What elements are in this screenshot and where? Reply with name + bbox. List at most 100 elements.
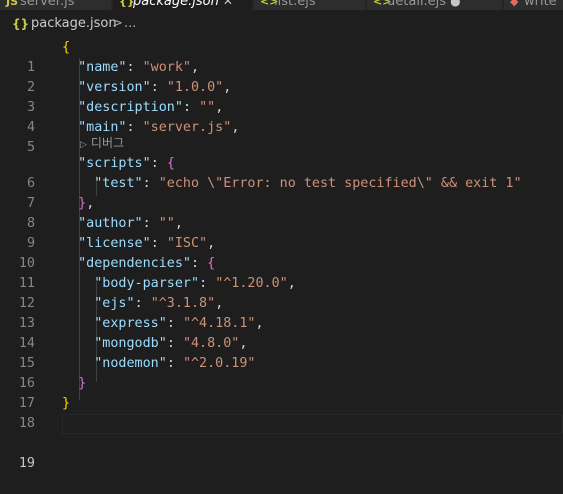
dirty-indicator-icon[interactable]: ● — [450, 0, 460, 8]
comma: , — [174, 216, 183, 231]
tab-label: list.ejs — [274, 0, 316, 9]
colon: : — [166, 356, 183, 371]
json-key: "mongodb" — [94, 336, 167, 351]
json-value: "1.0.0" — [166, 80, 224, 95]
close-brace: } — [78, 196, 87, 211]
colon: : — [150, 236, 167, 251]
code-line: 15 "mongodb": "4.8.0", — [0, 334, 563, 371]
code-line: 8 }, — [0, 194, 563, 231]
json-key: "description" — [78, 100, 183, 115]
comma: , — [287, 276, 296, 291]
tab-package-json[interactable]: {}package.json ✕ — [113, 0, 253, 10]
code-line: 11 "dependencies": { — [0, 254, 563, 291]
debug-codelens-label: 디버그 — [90, 136, 125, 150]
json-value: "server.js" — [142, 120, 232, 135]
colon: : — [142, 176, 159, 191]
colon: : — [166, 316, 183, 331]
comma: , — [231, 120, 240, 135]
comma: , — [239, 336, 248, 351]
json-value: "" — [199, 100, 216, 115]
comma: , — [191, 60, 200, 75]
play-icon: ▷ — [80, 140, 87, 150]
close-brace: } — [78, 376, 87, 391]
colon: : — [150, 80, 167, 95]
comma: , — [207, 236, 216, 251]
comma: , — [223, 80, 232, 95]
json-key: "version" — [78, 80, 151, 95]
colon: : — [166, 336, 183, 351]
code-line: 18 } — [0, 394, 563, 431]
json-value: "echo \"Error: no test specified\" && ex… — [158, 176, 522, 191]
json-value: "^3.1.8" — [150, 296, 216, 311]
code-line: 14 "express": "^4.18.1", — [0, 314, 563, 351]
chevron-right-icon: > — [112, 16, 123, 31]
code-line: 13 "ejs": "^3.1.8", — [0, 294, 563, 331]
ejs-file-icon: <> — [373, 0, 392, 8]
json-value: "^1.20.0" — [215, 276, 288, 291]
breadcrumb-more[interactable]: ... — [124, 10, 136, 38]
json-value: "work" — [142, 60, 191, 75]
json-value: "ISC" — [166, 236, 208, 251]
code-editor[interactable]: 1 { 2 "name": "work", 3 "version": "1.0.… — [0, 38, 563, 472]
git-file-icon: ◆ — [510, 0, 519, 8]
tab-label: write — [524, 0, 557, 9]
breadcrumb-file[interactable]: package.json — [31, 10, 117, 38]
colon: : — [191, 256, 208, 271]
comma: , — [215, 296, 224, 311]
current-line-highlight — [62, 414, 563, 434]
tab-label: package.json — [133, 0, 219, 9]
ejs-file-icon: <> — [260, 0, 279, 8]
json-key: "body-parser" — [94, 276, 200, 291]
json-key: "author" — [78, 216, 143, 231]
colon: : — [182, 100, 200, 115]
code-line: 9 "author": "", — [0, 214, 563, 251]
colon: : — [126, 60, 143, 75]
debug-codelens[interactable]: ▷ 디버그 — [80, 136, 124, 150]
code-line: 3 "version": "1.0.0", — [0, 78, 563, 115]
json-file-icon: {} — [12, 17, 30, 31]
code-line: 5 "main": "server.js", — [0, 118, 563, 155]
code-line: 17 } — [0, 374, 563, 411]
close-brace: } — [62, 396, 71, 411]
code-line: 12 "body-parser": "^1.20.0", — [0, 274, 563, 311]
json-key: "main" — [78, 120, 127, 135]
colon: : — [126, 120, 143, 135]
open-brace: { — [166, 156, 175, 171]
json-key: "dependencies" — [78, 256, 191, 271]
code-line: 10 "license": "ISC", — [0, 234, 563, 271]
tab-detail-ejs[interactable]: <>detail.ejs ● — [367, 0, 503, 10]
code-line: 1 { — [0, 38, 563, 75]
colon: : — [134, 296, 151, 311]
tab-write[interactable]: ◆ write — [504, 0, 563, 10]
code-line-current: 19 — [0, 414, 563, 471]
json-value: "^4.18.1" — [182, 316, 256, 331]
json-value: "" — [158, 216, 175, 231]
tab-label: server.js — [20, 0, 75, 9]
colon: : — [142, 216, 159, 231]
breadcrumb: {} package.json > ... — [0, 10, 563, 38]
open-brace: { — [62, 40, 71, 55]
json-file-icon: {} — [119, 0, 135, 8]
json-value: "4.8.0" — [182, 336, 240, 351]
json-key: "name" — [78, 60, 127, 75]
code-line: 6 "scripts": { — [0, 154, 563, 191]
comma: , — [255, 316, 264, 331]
json-key: "express" — [94, 316, 167, 331]
json-key: "test" — [94, 176, 143, 191]
code-line: 16 "nodemon": "^2.0.19" — [0, 354, 563, 391]
json-key: "license" — [78, 236, 151, 251]
close-icon[interactable]: ✕ — [223, 0, 233, 8]
tab-server-js[interactable]: JS server.js — [0, 0, 112, 10]
colon: : — [199, 276, 216, 291]
colon: : — [150, 156, 167, 171]
comma: , — [86, 196, 95, 211]
code-line: 7 "test": "echo \"Error: no test specifi… — [0, 174, 563, 211]
tab-bar: JS server.js {}package.json ✕ <>list.ejs <… — [0, 0, 563, 10]
js-file-icon: JS — [6, 0, 19, 8]
code-line: 2 "name": "work", — [0, 58, 563, 95]
json-key: "nodemon" — [94, 356, 167, 371]
tab-list-ejs[interactable]: <>list.ejs — [254, 0, 366, 10]
line-number: 19 — [18, 456, 35, 471]
json-key: "ejs" — [94, 296, 135, 311]
json-key: "scripts" — [78, 156, 151, 171]
